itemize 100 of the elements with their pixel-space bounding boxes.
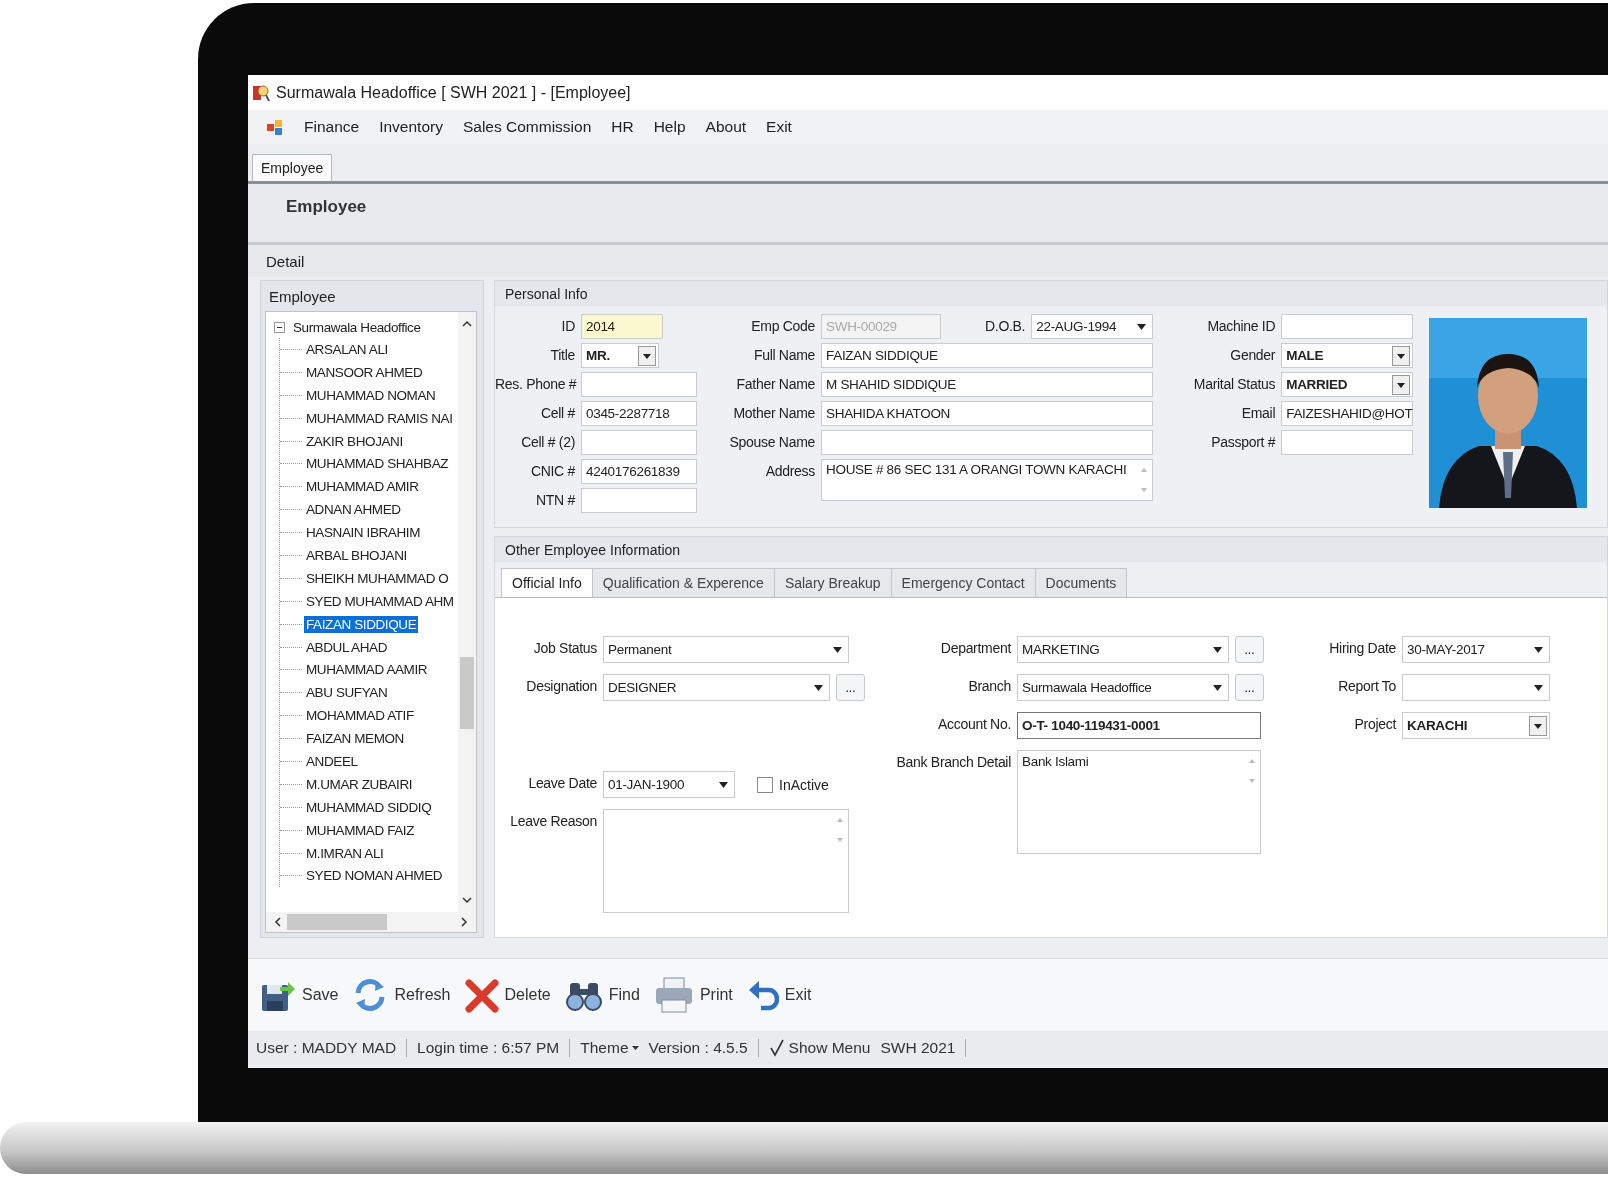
tab[interactable]: Documents xyxy=(1034,568,1128,597)
check-mark-icon[interactable] xyxy=(768,1039,785,1057)
menu-item[interactable]: About xyxy=(695,118,757,136)
field-label: D.O.B. xyxy=(984,317,1027,336)
tab[interactable]: Qualification & Experence xyxy=(591,568,775,597)
tab[interactable]: Emergency Contact xyxy=(890,568,1036,597)
menu-item[interactable]: Sales Commission xyxy=(452,118,602,136)
tree-item[interactable]: ARSALAN ALI xyxy=(304,340,390,358)
dropdown[interactable]: Surmawala Headoffice xyxy=(1017,674,1229,701)
tree-item[interactable]: MUHAMMAD RAMIS NAI xyxy=(304,409,455,427)
printer-icon xyxy=(653,976,694,1014)
text-field[interactable] xyxy=(1281,430,1414,455)
text-field[interactable]: 2014 xyxy=(581,314,663,339)
text-field[interactable]: SHAHIDA KHATOON xyxy=(821,401,1153,426)
menu-item[interactable]: Exit xyxy=(756,118,802,136)
text-field[interactable]: M SHAHID SIDDIQUE xyxy=(821,372,1153,397)
scroll-left-icon[interactable] xyxy=(274,917,281,927)
app-menu-icon[interactable] xyxy=(266,118,284,136)
tree-node[interactable]: Surmawala Headoffice xyxy=(291,318,423,336)
dropdown[interactable]: KARACHI xyxy=(1402,712,1550,739)
tree-item[interactable]: ADNAN AHMED xyxy=(304,501,403,519)
scroll-down-icon[interactable] xyxy=(462,897,472,904)
horizontal-scrollbar[interactable] xyxy=(266,912,476,932)
print-button[interactable]: Print xyxy=(651,976,735,1014)
tree-item[interactable]: MUHAMMAD SHAHBAZ xyxy=(304,455,451,473)
menu-item[interactable]: Finance xyxy=(294,118,370,136)
tree-item[interactable]: FAIZAN SIDDIQUE xyxy=(304,615,419,633)
tree-item[interactable]: ANDEEL xyxy=(304,752,360,770)
text-field[interactable] xyxy=(581,372,697,397)
tree-item[interactable]: MUHAMMAD AMIR xyxy=(304,478,421,496)
theme-menu[interactable]: Theme xyxy=(580,1039,639,1057)
collapse-icon[interactable] xyxy=(274,321,285,333)
text-field[interactable] xyxy=(581,488,697,513)
document-tab[interactable]: Employee xyxy=(252,154,333,181)
field-label: Hiring Date xyxy=(1328,639,1397,658)
vertical-scrollbar[interactable] xyxy=(458,312,476,912)
text-area[interactable]: Bank Islami xyxy=(1017,750,1261,854)
field-label: Spouse Name xyxy=(728,433,816,452)
exit-button[interactable]: Exit xyxy=(744,978,814,1012)
tree-item[interactable]: FAIZAN MEMON xyxy=(304,730,406,748)
text-area[interactable] xyxy=(603,809,849,913)
tab[interactable]: Official Info xyxy=(501,568,593,597)
tree-item[interactable]: MUHAMMAD SIDDIQ xyxy=(304,798,434,816)
text-field[interactable]: FAIZESHAHID@HOT xyxy=(1281,401,1414,426)
dropdown-arrow-icon xyxy=(1137,324,1147,330)
tree-item[interactable]: MUHAMMAD NOMAN xyxy=(304,386,438,404)
browse-button[interactable]: ... xyxy=(1235,636,1264,663)
field-label: CNIC # xyxy=(529,462,577,481)
text-field[interactable]: 4240176261839 xyxy=(581,459,697,484)
tree-item[interactable]: MUHAMMAD AAMIR xyxy=(304,661,430,679)
scroll-thumb[interactable] xyxy=(287,914,387,930)
tree-item[interactable]: ARBAL BHOJANI xyxy=(304,546,409,564)
tree-item[interactable]: MOHAMMAD ATIF xyxy=(304,707,416,725)
text-field[interactable]: FAIZAN SIDDIQUE xyxy=(821,343,1153,368)
tree-item[interactable]: MANSOOR AHMED xyxy=(304,363,425,381)
checkbox[interactable] xyxy=(757,776,773,793)
dropdown[interactable]: MALE xyxy=(1281,343,1414,368)
tree-item[interactable]: MUHAMMAD FAIZ xyxy=(304,821,417,839)
delete-button[interactable]: Delete xyxy=(462,977,553,1013)
dropdown[interactable]: 01-JAN-1900 xyxy=(603,771,735,798)
scroll-up-icon[interactable] xyxy=(462,320,472,327)
find-button[interactable]: Find xyxy=(562,977,642,1013)
tree-item[interactable]: M.UMAR ZUBAIRI xyxy=(304,775,415,793)
text-field[interactable]: 0345-2287718 xyxy=(581,401,697,426)
dropdown[interactable]: 30-MAY-2017 xyxy=(1402,636,1550,663)
dropdown[interactable]: MARRIED xyxy=(1281,372,1414,397)
field-label: Full Name xyxy=(752,346,816,365)
dropdown[interactable]: 22-AUG-1994 xyxy=(1031,314,1154,339)
menu-item[interactable]: Inventory xyxy=(369,118,453,136)
field-label: Res. Phone # xyxy=(495,375,578,394)
text-area[interactable]: HOUSE # 86 SEC 131 A ORANGI TOWN KARACHI xyxy=(821,459,1153,501)
scroll-thumb[interactable] xyxy=(460,657,474,729)
page-title: Employee xyxy=(286,197,367,217)
dropdown[interactable]: MR. xyxy=(581,343,659,368)
save-button[interactable]: Save xyxy=(258,977,341,1013)
text-field[interactable] xyxy=(581,430,697,455)
text-field[interactable] xyxy=(1281,314,1414,339)
refresh-button[interactable]: Refresh xyxy=(350,977,453,1013)
tree-item[interactable]: SHEIKH MUHAMMAD O xyxy=(304,569,451,587)
browse-button[interactable]: ... xyxy=(836,674,865,701)
dropdown[interactable]: MARKETING xyxy=(1017,636,1229,663)
tab[interactable]: Salary Breakup xyxy=(773,568,892,597)
tree-item[interactable]: SYED NOMAN AHMED xyxy=(304,867,445,885)
text-field[interactable] xyxy=(821,430,1153,455)
dropdown[interactable]: Permanent xyxy=(603,636,849,663)
field-label: Father Name xyxy=(735,375,816,394)
dropdown[interactable] xyxy=(1402,674,1550,701)
tree-item[interactable]: M.IMRAN ALI xyxy=(304,844,386,862)
tree-item[interactable]: ZAKIR BHOJANI xyxy=(304,432,405,450)
text-field[interactable]: O-T- 1040-119431-0001 xyxy=(1017,712,1261,739)
scroll-right-icon[interactable] xyxy=(461,917,468,927)
tree-item[interactable]: HASNAIN IBRAHIM xyxy=(304,524,423,542)
field-label: Project xyxy=(1353,715,1398,734)
dropdown[interactable]: DESIGNER xyxy=(603,674,830,701)
browse-button[interactable]: ... xyxy=(1235,674,1264,701)
tree-item[interactable]: SYED MUHAMMAD AHM xyxy=(304,592,456,610)
tree-item[interactable]: ABU SUFYAN xyxy=(304,684,390,702)
menu-item[interactable]: HR xyxy=(601,118,644,136)
menu-item[interactable]: Help xyxy=(643,118,696,136)
tree-item[interactable]: ABDUL AHAD xyxy=(304,638,390,656)
